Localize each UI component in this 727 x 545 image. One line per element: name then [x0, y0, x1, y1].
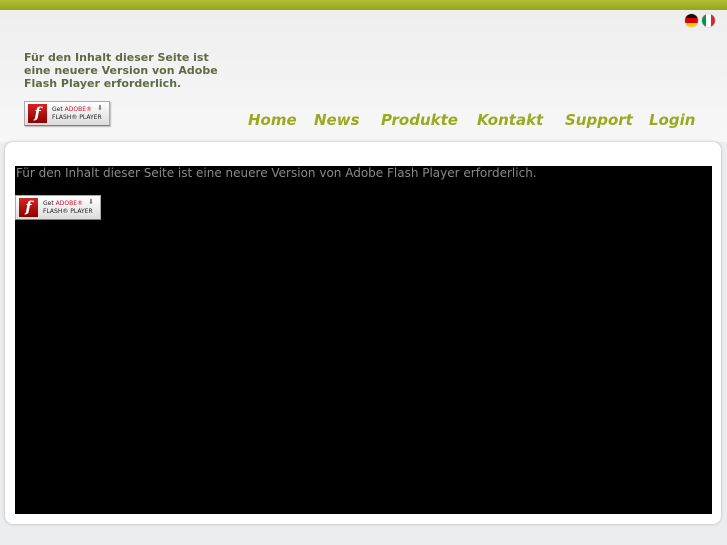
language-switcher [685, 14, 715, 27]
top-accent-bar [0, 0, 727, 10]
flash-brand-label: ADOBE® [55, 200, 83, 207]
content-panel: Für den Inhalt dieser Seite ist eine neu… [5, 142, 721, 524]
header-flash-notice: Für den Inhalt dieser Seite ist eine neu… [24, 51, 218, 90]
download-arrow-icon: ⬇ [88, 198, 94, 206]
nav-home[interactable]: Home [248, 111, 297, 129]
stage-flash-notice: Für den Inhalt dieser Seite ist eine neu… [16, 166, 537, 180]
flash-get-label: Get [43, 200, 54, 207]
main-navigation: Home News Produkte Kontakt Support Login [0, 111, 727, 133]
nav-produkte[interactable]: Produkte [381, 111, 458, 129]
flash-player-label: FLASH® PLAYER [43, 208, 93, 215]
nav-kontakt[interactable]: Kontakt [477, 111, 543, 129]
italian-flag-icon[interactable] [702, 14, 715, 27]
flash-stage: Für den Inhalt dieser Seite ist eine neu… [15, 166, 712, 514]
german-flag-icon[interactable] [685, 14, 698, 27]
page-header: Für den Inhalt dieser Seite ist eine neu… [0, 10, 727, 142]
stage-get-flash-player-button[interactable]: f Get ADOBE® FLASH® PLAYER ⬇ [15, 195, 101, 220]
flash-logo-icon: f [19, 198, 38, 217]
nav-support[interactable]: Support [565, 111, 633, 129]
nav-news[interactable]: News [314, 111, 360, 129]
nav-login[interactable]: Login [649, 111, 695, 129]
